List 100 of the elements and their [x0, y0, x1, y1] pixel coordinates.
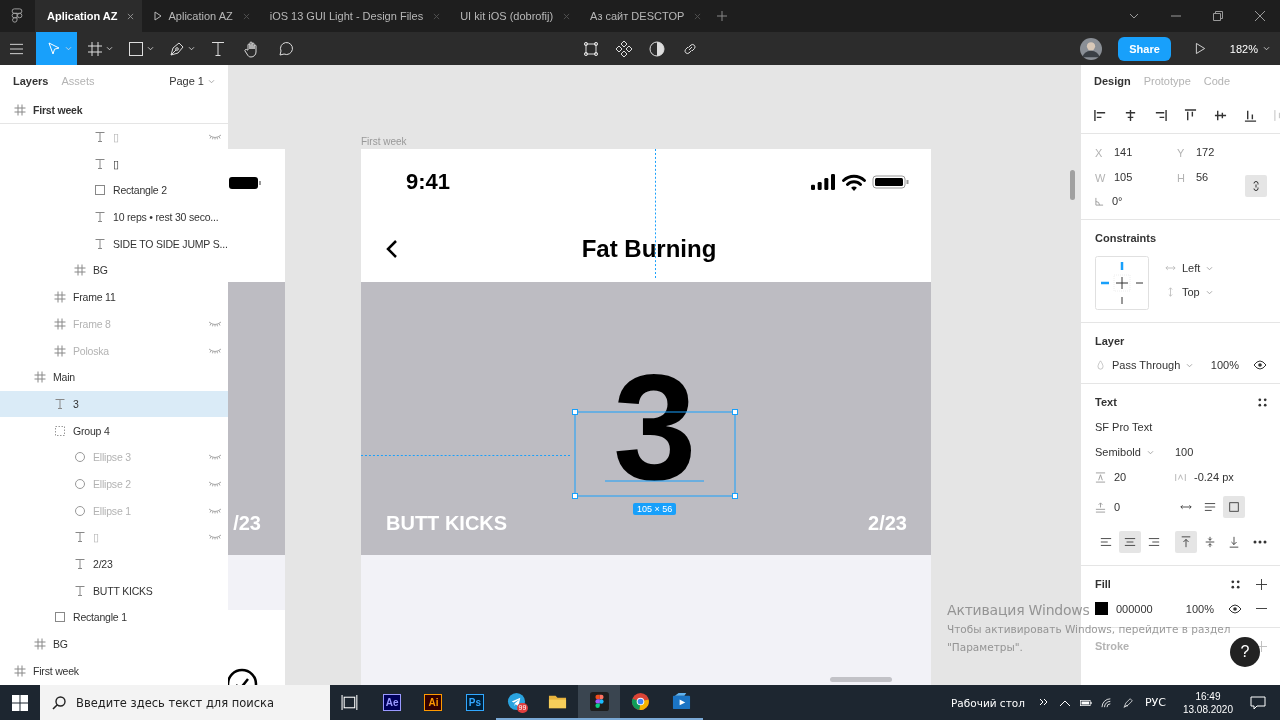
figma-logo-icon[interactable] [11, 8, 23, 24]
styles-icon[interactable] [1258, 397, 1267, 407]
font-family-dropdown[interactable]: SF Pro Text [1095, 421, 1267, 433]
paper-plane-icon [506, 692, 526, 711]
align-right-icon[interactable] [1154, 108, 1167, 122]
scrollbar[interactable] [1070, 170, 1075, 200]
file-tab[interactable]: Аз сайт DESCTOP [578, 0, 710, 32]
styles-icon[interactable] [1231, 579, 1240, 589]
layer-item[interactable]: BG [0, 630, 228, 658]
rotation-field[interactable]: 0° [1112, 195, 1123, 207]
ellipse-icon [74, 451, 86, 464]
drop-icon [1095, 360, 1106, 370]
opacity-field[interactable]: 100% [1210, 359, 1239, 371]
exercise-name: BUTT KICKS [386, 512, 508, 535]
layer-item[interactable]: 10 reps • rest 30 seco... [0, 203, 228, 231]
file-tab[interactable]: Aplication AZ [35, 0, 143, 32]
layer-item[interactable]: Group 4 [0, 417, 228, 444]
frame-icon [14, 664, 26, 677]
contrast-icon[interactable] [647, 39, 666, 58]
battery-icon[interactable] [1079, 697, 1092, 708]
constrain-proportions-icon[interactable] [1245, 175, 1267, 197]
layer-item[interactable]: BUTT KICKS [0, 577, 228, 605]
caret-icon [1186, 362, 1194, 368]
font-weight-dropdown[interactable]: Semibold [1095, 446, 1175, 458]
layer-item[interactable]: 3 [0, 390, 228, 418]
zoom-dropdown[interactable]: 182% [1229, 42, 1270, 55]
constraints-widget[interactable] [1095, 256, 1149, 310]
opacity-field[interactable]: 100% [1185, 602, 1214, 615]
double-chevron-icon[interactable] [1037, 697, 1050, 708]
font-size-field[interactable]: 100 [1175, 446, 1194, 458]
layer-item[interactable]: SIDE TO SIDE JUMP S... [0, 230, 228, 258]
align-left-icon[interactable] [1094, 108, 1107, 122]
language-indicator[interactable]: РУС [1144, 696, 1166, 709]
number-field[interactable]: 105 [1114, 171, 1133, 183]
caret-icon [208, 78, 215, 84]
align-center-icon[interactable] [1124, 108, 1137, 122]
number-field[interactable]: 172 [1196, 146, 1215, 158]
eye-icon[interactable] [1253, 360, 1267, 370]
file-tab[interactable]: Aplication AZ [142, 0, 258, 32]
vertical-align-top-button[interactable] [1175, 531, 1197, 553]
present-play-icon[interactable] [1194, 42, 1206, 55]
panel-tab[interactable]: Design [1094, 75, 1131, 87]
layer-item[interactable]: 2/23 [0, 550, 228, 578]
component-frame-icon[interactable] [581, 39, 600, 58]
blend-mode-dropdown[interactable]: Pass Through [1095, 359, 1194, 371]
layer-item[interactable]: Rectangle 2 [0, 177, 228, 204]
number-field[interactable]: 141 [1114, 146, 1133, 158]
layer-item[interactable]: Rectangle 1 [0, 604, 228, 631]
horizontal-constraint-dropdown[interactable]: Left [1165, 262, 1214, 274]
hex-field[interactable]: 000000 [1116, 602, 1153, 615]
layer-item[interactable]: BG [0, 257, 228, 284]
help-button[interactable]: ? [1230, 637, 1260, 667]
close-icon[interactable] [127, 12, 135, 20]
taskbar-app-button[interactable]: Ae [371, 685, 413, 720]
windows-start-icon[interactable] [12, 694, 28, 711]
file-tab[interactable]: iOS 13 GUI Light - Design Files [257, 0, 449, 32]
wifi-icon [842, 173, 866, 191]
battery-icon [228, 176, 262, 190]
frame-icon [34, 638, 46, 651]
text-align-center-button[interactable] [1119, 531, 1141, 553]
eye-icon[interactable] [1228, 603, 1242, 614]
vertical-constraint-dropdown[interactable]: Top [1165, 286, 1213, 298]
fixed-resize-button[interactable] [1223, 496, 1245, 518]
file-tab[interactable]: UI kit iOS (dobrofij) [448, 0, 579, 32]
close-icon[interactable] [1254, 10, 1266, 22]
search-field[interactable]: Введите здесь текст для поиска [40, 685, 330, 720]
components-icon[interactable] [614, 39, 633, 58]
more-options-icon[interactable] [1253, 540, 1267, 544]
align-top-icon [1180, 536, 1192, 548]
text-icon [74, 558, 86, 571]
restore-icon[interactable] [1212, 10, 1224, 22]
wifi-icon[interactable] [1100, 697, 1113, 708]
number-field[interactable]: 56 [1196, 171, 1209, 183]
paragraph-spacing-field[interactable]: 0 [1114, 501, 1121, 513]
align-bottom-icon[interactable] [1244, 108, 1257, 122]
clock[interactable]: 16:49 13.08.2020 [1182, 689, 1233, 716]
line-height-field[interactable]: 20 [1114, 471, 1127, 483]
text-icon [94, 157, 106, 170]
taskbar-app-button[interactable] [578, 685, 620, 720]
taskbar-app-button[interactable]: Ps [454, 685, 496, 720]
notifications-icon[interactable] [1250, 695, 1266, 710]
new-tab-icon[interactable] [717, 11, 728, 21]
add-icon[interactable] [1256, 578, 1267, 590]
layer-item[interactable]: First week [0, 657, 228, 685]
align-middle-icon[interactable] [1214, 108, 1227, 122]
desktop-toolbar-label[interactable]: Рабочий стол [951, 696, 1025, 709]
menu-icon[interactable] [10, 42, 23, 55]
layer-item[interactable]: Frame 11 [0, 283, 228, 311]
layer-item[interactable]: Main [0, 363, 228, 391]
layer-item[interactable]: First week [0, 97, 228, 124]
page-dropdown[interactable]: Page 1 [169, 75, 215, 87]
align-top-icon[interactable] [1184, 108, 1197, 122]
taskbar-app-button[interactable]: Ai [412, 685, 455, 720]
align-right-icon [1148, 536, 1160, 548]
panel-tab[interactable]: Layers [13, 75, 49, 87]
letter-spacing-field[interactable]: -0.24 px [1194, 471, 1234, 483]
layer-item[interactable]: ▯ [0, 150, 228, 178]
color-swatch[interactable] [1095, 602, 1108, 615]
pen-icon[interactable] [1121, 697, 1134, 708]
avatar[interactable] [1080, 37, 1103, 60]
